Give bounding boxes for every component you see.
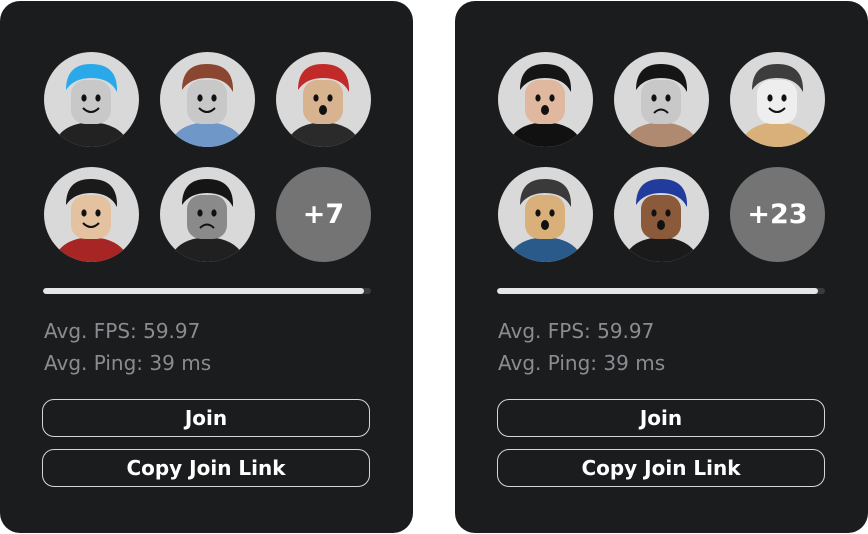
player-avatar <box>498 167 593 262</box>
more-players-count: +7 <box>276 167 371 262</box>
more-players-count: +23 <box>730 167 825 262</box>
avatar-icon <box>508 179 583 262</box>
player-avatar <box>44 167 139 262</box>
avatar-icon <box>624 179 699 262</box>
avg-fps: Avg. FPS: 59.97 <box>498 319 655 343</box>
avatar-icon <box>508 64 583 147</box>
copy-join-link-button[interactable]: Copy Join Link <box>497 449 825 487</box>
player-avatar <box>730 52 825 147</box>
player-capacity-bar <box>43 288 371 294</box>
player-avatar <box>498 52 593 147</box>
avatar-icon <box>170 179 245 262</box>
avg-fps: Avg. FPS: 59.97 <box>44 319 201 343</box>
player-avatar <box>614 52 709 147</box>
copy-join-link-button[interactable]: Copy Join Link <box>42 449 370 487</box>
player-avatar <box>160 52 255 147</box>
join-button[interactable]: Join <box>42 399 370 437</box>
join-button[interactable]: Join <box>497 399 825 437</box>
avatar-icon <box>624 64 699 147</box>
player-capacity-fill <box>43 288 365 294</box>
avatar-icon <box>740 64 815 147</box>
player-avatar <box>276 52 371 147</box>
player-avatar <box>160 167 255 262</box>
avg-ping: Avg. Ping: 39 ms <box>44 351 212 375</box>
server-card: +23 Avg. FPS: 59.97 Avg. Ping: 39 ms Joi… <box>455 1 868 533</box>
player-avatar <box>614 167 709 262</box>
avatar-icon <box>54 179 129 262</box>
server-card: +7 Avg. FPS: 59.97 Avg. Ping: 39 ms Join… <box>0 1 413 533</box>
avatar-icon <box>170 64 245 147</box>
avatar-icon <box>286 64 361 147</box>
avg-ping: Avg. Ping: 39 ms <box>498 351 666 375</box>
avatar-icon <box>54 64 129 147</box>
player-capacity-fill <box>497 288 819 294</box>
player-capacity-bar <box>497 288 825 294</box>
player-avatar <box>44 52 139 147</box>
